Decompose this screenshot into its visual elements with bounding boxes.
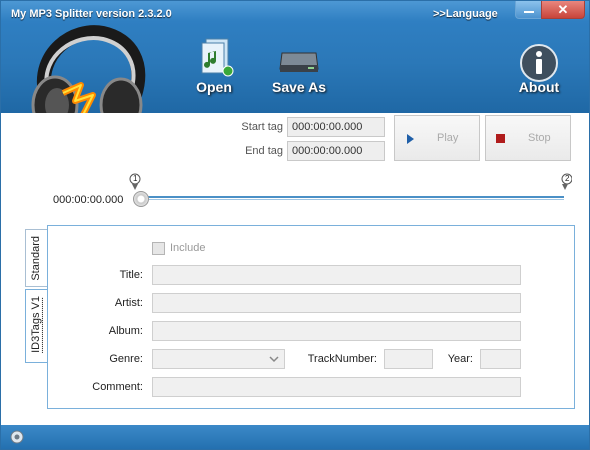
track-number-label: TrackNumber: (307, 353, 377, 365)
app-window: My MP3 Splitter version 2.3.2.0 >>Langua… (0, 0, 590, 450)
title-label: Title: (119, 269, 143, 281)
play-label: Play (437, 132, 459, 144)
tab-id3tags-label: ID3Tags V1 (30, 296, 42, 353)
artist-label: Artist: (114, 297, 143, 309)
settings-gear-icon[interactable] (10, 430, 24, 447)
stop-icon (496, 134, 505, 143)
play-button[interactable]: Play (394, 115, 480, 161)
position-slider-track[interactable] (141, 196, 564, 200)
year-label: Year: (447, 353, 473, 365)
comment-field[interactable] (152, 377, 521, 397)
window-title: My MP3 Splitter version 2.3.2.0 (11, 8, 172, 20)
album-label: Album: (108, 325, 143, 337)
tab-id3tags-v1[interactable]: ID3Tags V1 (25, 289, 48, 363)
save-drive-icon (278, 45, 320, 78)
include-label: Include (170, 242, 206, 254)
stop-label: Stop (528, 132, 551, 144)
save-as-button[interactable]: Save As (266, 39, 332, 95)
about-button[interactable]: About (513, 41, 565, 95)
about-label: About (518, 79, 560, 95)
status-bar (1, 425, 589, 449)
save-as-label: Save As (272, 79, 326, 95)
chevron-down-icon (269, 354, 279, 367)
stop-button[interactable]: Stop (485, 115, 571, 161)
year-field[interactable] (480, 349, 521, 369)
title-bar-header: My MP3 Splitter version 2.3.2.0 >>Langua… (1, 1, 589, 135)
language-link[interactable]: >>Language (433, 8, 498, 20)
start-marker-icon[interactable]: 1 (129, 173, 141, 191)
play-icon (407, 134, 414, 144)
close-button[interactable]: ✕ (541, 1, 585, 19)
open-label: Open (196, 79, 232, 95)
start-marker-number: 1 (133, 174, 138, 183)
open-file-icon (200, 37, 236, 80)
tab-standard[interactable]: Standard (25, 229, 48, 287)
end-marker-number: 2 (565, 174, 570, 183)
slider-thumb[interactable] (133, 191, 149, 207)
minimize-button[interactable] (515, 1, 542, 19)
genre-select[interactable] (152, 349, 285, 369)
end-marker-icon[interactable]: 2 (560, 173, 573, 191)
end-tag-field[interactable]: 000:00:00.000 (287, 141, 385, 161)
end-tag-label: End tag (245, 145, 283, 157)
comment-label: Comment: (92, 381, 143, 393)
album-field[interactable] (152, 321, 521, 341)
start-tag-field[interactable]: 000:00:00.000 (287, 117, 385, 137)
open-button[interactable]: Open (186, 33, 242, 95)
include-checkbox[interactable] (152, 242, 165, 255)
track-number-field[interactable] (384, 349, 433, 369)
tab-standard-label: Standard (30, 236, 42, 281)
title-field[interactable] (152, 265, 521, 285)
genre-label: Genre: (109, 353, 143, 365)
start-tag-label: Start tag (241, 121, 283, 133)
position-readout: 000:00:00.000 (53, 194, 124, 206)
artist-field[interactable] (152, 293, 521, 313)
